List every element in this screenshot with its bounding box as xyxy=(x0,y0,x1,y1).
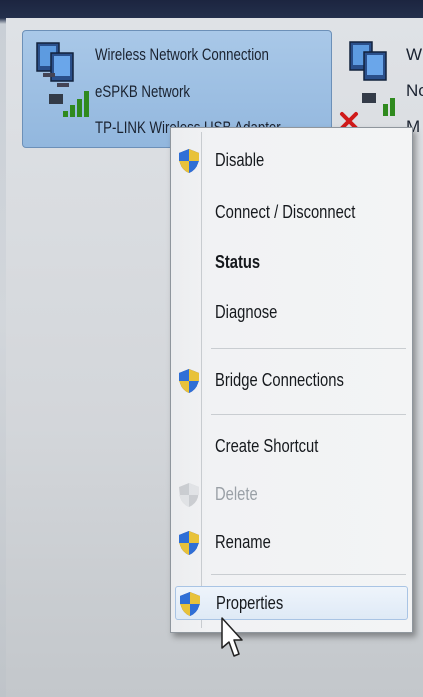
uac-shield-icon xyxy=(179,369,199,393)
menu-label-disable: Disable xyxy=(215,150,265,170)
menu-separator xyxy=(211,414,406,415)
context-menu: Disable Connect / Disconnect Status Diag… xyxy=(170,127,413,633)
menu-item-rename[interactable]: Rename xyxy=(175,526,408,560)
menu-item-create-shortcut[interactable]: Create Shortcut xyxy=(175,430,408,464)
menu-separator xyxy=(211,348,406,349)
menu-item-properties[interactable]: Properties xyxy=(175,586,408,620)
menu-item-bridge-connections[interactable]: Bridge Connections xyxy=(175,364,408,398)
mouse-pointer-icon xyxy=(221,617,243,657)
network-adapter-icon xyxy=(36,42,89,117)
uac-shield-icon xyxy=(180,592,200,616)
connection-name: Wireless Network Connection xyxy=(95,45,269,64)
menu-label-create-shortcut: Create Shortcut xyxy=(215,436,319,456)
second-connection-network: No xyxy=(406,81,423,100)
uac-shield-icon xyxy=(179,483,199,507)
uac-shield-icon xyxy=(179,149,199,173)
menu-label-properties: Properties xyxy=(216,593,284,613)
menu-item-status[interactable]: Status xyxy=(175,246,408,280)
menu-label-bridge-connections: Bridge Connections xyxy=(215,370,344,390)
connection-network: eSPKB Network xyxy=(95,82,191,101)
menu-label-diagnose: Diagnose xyxy=(215,302,278,322)
menu-label-connect-disconnect: Connect / Disconnect xyxy=(215,202,356,222)
menu-item-diagnose[interactable]: Diagnose xyxy=(175,296,408,330)
second-connection-name: W xyxy=(406,45,423,64)
menu-item-disable[interactable]: Disable xyxy=(175,144,408,178)
menu-label-rename: Rename xyxy=(215,532,271,552)
menu-label-delete: Delete xyxy=(215,484,258,504)
menu-item-delete: Delete xyxy=(175,478,408,512)
menu-item-connect-disconnect[interactable]: Connect / Disconnect xyxy=(175,196,408,230)
menu-separator xyxy=(211,574,406,575)
menu-label-status: Status xyxy=(215,252,261,272)
uac-shield-icon xyxy=(179,531,199,555)
